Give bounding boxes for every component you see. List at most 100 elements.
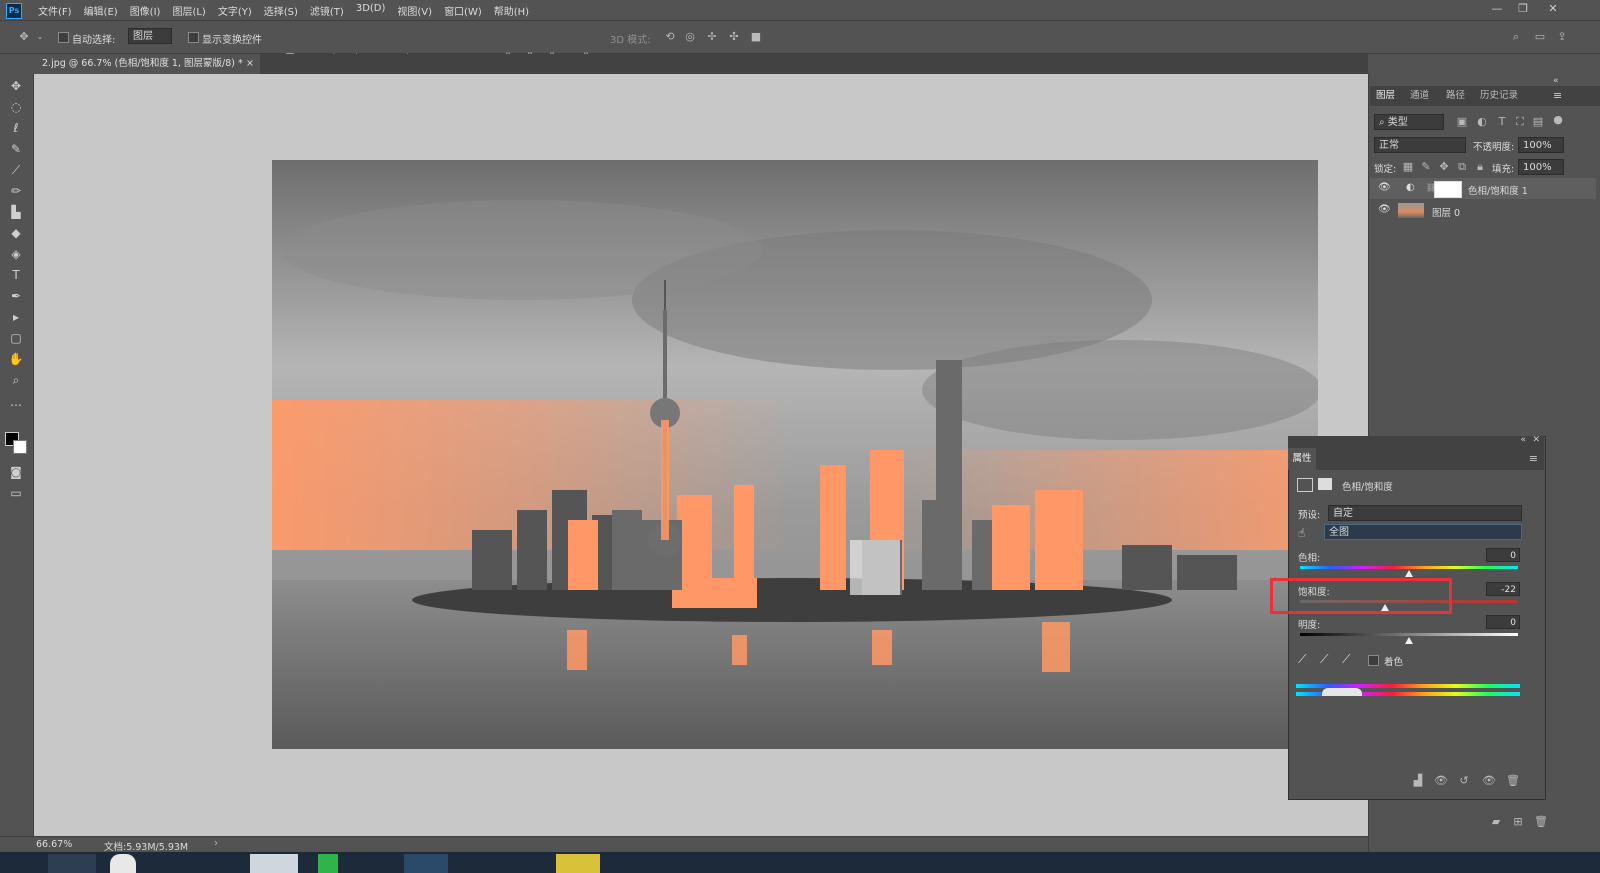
close-icon[interactable]: ✕ — [1532, 435, 1540, 445]
pen-icon[interactable]: ✒ — [7, 288, 25, 304]
show-transform-checkbox[interactable] — [188, 32, 199, 43]
close-icon[interactable]: ✕ — [1544, 2, 1562, 16]
tab-history[interactable]: 历史记录 — [1480, 86, 1518, 106]
close-tab-icon[interactable]: × — [246, 54, 254, 74]
move-icon[interactable]: ✥ — [7, 78, 25, 94]
layer-row[interactable]: 👁︎ 图层 0 — [1370, 200, 1596, 221]
fill-field[interactable]: 100% — [1518, 159, 1564, 175]
blend-mode-dropdown[interactable]: 正常 — [1374, 137, 1466, 153]
layer-filter-dropdown[interactable]: ⌕ 类型 — [1374, 114, 1444, 130]
delete-icon[interactable]: 🗑︎ — [1506, 775, 1520, 787]
eyedropper-icon[interactable]: ⟋ — [1298, 652, 1306, 667]
clip-to-layer-icon[interactable]: ▟ — [1412, 775, 1424, 787]
menu-item[interactable]: 滤镜(T) — [310, 3, 344, 18]
quick-mask-icon[interactable]: ◙ — [7, 464, 25, 480]
lightness-slider[interactable] — [1300, 633, 1518, 636]
3d-pan-icon[interactable]: ✢ — [706, 31, 718, 43]
targeted-adjust-icon[interactable]: ☝︎ — [1298, 526, 1305, 540]
lightness-value-field[interactable]: 0 — [1486, 615, 1520, 629]
adjustment-layer-icon[interactable] — [1297, 478, 1313, 492]
layer-mask-thumbnail[interactable] — [1434, 181, 1462, 198]
zoom-level[interactable]: 66.67% — [36, 839, 72, 850]
mask-icon[interactable] — [1318, 478, 1332, 490]
screen-mode-icon[interactable]: ▭ — [7, 485, 25, 501]
eye-icon[interactable]: 👁︎ — [1378, 204, 1391, 215]
hue-value-field[interactable]: 0 — [1486, 548, 1520, 562]
zoom-icon[interactable]: ⌕ — [7, 372, 25, 388]
menu-item[interactable]: 编辑(E) — [84, 3, 118, 18]
lock-position-icon[interactable]: ✥ — [1438, 161, 1450, 173]
chevron-down-icon[interactable]: ⌄ — [34, 31, 46, 43]
lock-all-icon[interactable]: 🔒︎ — [1474, 161, 1486, 173]
hue-slider[interactable] — [1300, 566, 1518, 569]
eyedropper-icon[interactable]: ⟋ — [7, 162, 25, 178]
auto-select-dropdown[interactable]: 图层 — [128, 28, 172, 44]
visibility-icon[interactable]: 👁︎ — [1482, 775, 1496, 787]
3d-slide-icon[interactable]: ✣ — [728, 31, 740, 43]
share-icon[interactable]: ⇪ — [1556, 31, 1568, 43]
gradient-icon[interactable]: ◈ — [7, 246, 25, 262]
taskbar-app-icon[interactable] — [110, 854, 136, 873]
opacity-field[interactable]: 100% — [1518, 137, 1564, 153]
taskbar-app-icon[interactable] — [556, 854, 600, 873]
type-icon[interactable]: T — [7, 267, 25, 283]
hue-slider-thumb[interactable] — [1405, 570, 1413, 577]
saturation-value-field[interactable]: -22 — [1486, 582, 1520, 596]
preset-dropdown[interactable]: 自定 — [1328, 505, 1522, 521]
panel-menu-icon[interactable]: ≡ — [1553, 89, 1562, 102]
taskbar-app-icon[interactable] — [318, 854, 338, 873]
tab-paths[interactable]: 路径 — [1446, 86, 1465, 106]
restore-icon[interactable]: ❐ — [1514, 2, 1532, 16]
eyedropper-minus-icon[interactable]: ⟋ — [1342, 652, 1350, 667]
menu-item[interactable]: 帮助(H) — [494, 3, 529, 18]
tab-properties[interactable]: 属性 — [1288, 448, 1316, 470]
background-color-swatch[interactable] — [13, 440, 27, 454]
lightness-slider-thumb[interactable] — [1405, 637, 1413, 644]
document-tab[interactable]: 2.jpg @ 66.7% (色相/饱和度 1, 图层蒙版/8) * × — [34, 54, 260, 74]
taskbar-app-icon[interactable] — [48, 854, 96, 873]
shape-icon[interactable]: ▢ — [7, 330, 25, 346]
reset-icon[interactable]: ↺ — [1458, 775, 1470, 787]
tab-channels[interactable]: 通道 — [1410, 86, 1429, 106]
3d-scale-icon[interactable]: ■ — [750, 31, 762, 43]
range-slider[interactable] — [1322, 688, 1362, 696]
quick-select-icon[interactable]: ✎ — [7, 141, 25, 157]
filter-type-icon[interactable]: T — [1496, 116, 1508, 128]
filter-toggle-icon[interactable]: ● — [1552, 114, 1564, 126]
move-tool-icon[interactable]: ✥ — [18, 31, 30, 43]
filter-adjust-icon[interactable]: ◐ — [1476, 116, 1488, 128]
view-previous-icon[interactable]: 👁︎ — [1434, 775, 1448, 787]
menu-item[interactable]: 图像(I) — [130, 3, 161, 18]
layer-thumbnail[interactable] — [1398, 203, 1424, 218]
menu-item[interactable]: 选择(S) — [264, 3, 298, 18]
workspace-icon[interactable]: ▭ — [1534, 31, 1546, 43]
menu-item[interactable]: 图层(L) — [172, 3, 205, 18]
menu-item[interactable]: 视图(V) — [397, 3, 432, 18]
collapse-icon[interactable]: « — [1520, 435, 1526, 445]
minimize-icon[interactable]: — — [1488, 2, 1506, 16]
eraser-icon[interactable]: ◆ — [7, 225, 25, 241]
status-menu-icon[interactable]: › — [214, 838, 218, 849]
tab-layers[interactable]: 图层 — [1376, 86, 1395, 106]
filter-pixel-icon[interactable]: ▣ — [1456, 116, 1468, 128]
stamp-icon[interactable]: ▙ — [7, 204, 25, 220]
search-icon[interactable]: ⌕ — [1510, 31, 1522, 43]
eye-icon[interactable]: 👁︎ — [1378, 182, 1391, 193]
taskbar-app-icon[interactable] — [404, 854, 448, 873]
lock-pixels-icon[interactable]: ✎ — [1420, 161, 1432, 173]
document-image[interactable] — [272, 160, 1318, 749]
marquee-icon[interactable]: ◌ — [7, 99, 25, 115]
eyedropper-plus-icon[interactable]: ⟋ — [1320, 652, 1328, 667]
3d-orbit-icon[interactable]: ⟲ — [664, 31, 676, 43]
filter-shape-icon[interactable]: ⛶ — [1514, 116, 1526, 128]
path-select-icon[interactable]: ▸ — [7, 309, 25, 325]
lock-artboard-icon[interactable]: ⧉ — [1456, 161, 1468, 173]
menu-item[interactable]: 3D(D) — [356, 3, 386, 18]
channel-dropdown[interactable]: 全图 — [1324, 524, 1522, 540]
auto-select-checkbox[interactable] — [58, 32, 69, 43]
hand-icon[interactable]: ✋ — [7, 351, 25, 367]
brush-icon[interactable]: ✏ — [7, 183, 25, 199]
menu-item[interactable]: 文件(F) — [38, 3, 72, 18]
3d-roll-icon[interactable]: ◎ — [684, 31, 696, 43]
menu-item[interactable]: 文字(Y) — [218, 3, 252, 18]
